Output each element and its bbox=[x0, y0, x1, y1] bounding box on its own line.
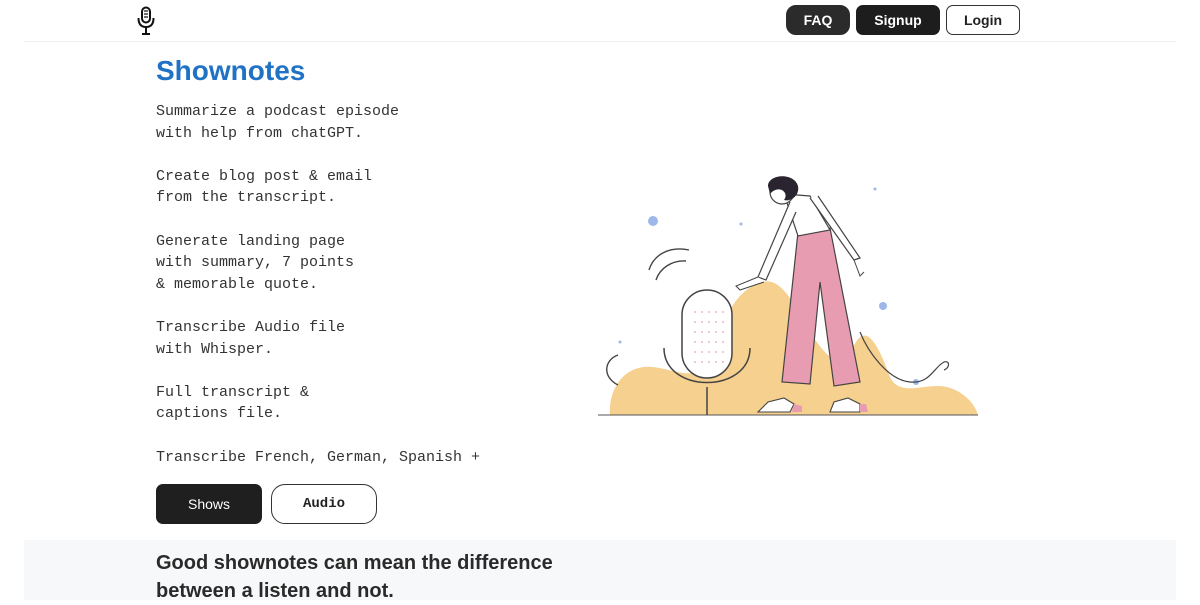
feature-summarize: Summarize a podcast episode with help fr… bbox=[156, 103, 400, 142]
microphone-icon[interactable] bbox=[136, 6, 156, 36]
feature-list: Summarize a podcast episode with help fr… bbox=[156, 101, 480, 490]
section-headline: Good shownotes can mean the difference b… bbox=[156, 552, 553, 602]
audio-button[interactable]: Audio bbox=[271, 484, 377, 524]
feature-transcribe-whisper: Transcribe Audio file with Whisper. bbox=[156, 318, 346, 358]
feature-landing-page: Generate landing page with summary, 7 po… bbox=[156, 232, 355, 293]
feature-languages: Transcribe French, German, Spanish + bbox=[156, 448, 481, 466]
feature-blog-email: Create blog post & email from the transc… bbox=[156, 167, 373, 207]
feature-full-transcript: Full transcript & captions file. bbox=[156, 383, 310, 423]
podcast-illustration bbox=[598, 176, 978, 416]
shows-button[interactable]: Shows bbox=[156, 484, 262, 524]
signup-button[interactable]: Signup bbox=[856, 5, 940, 35]
login-button[interactable]: Login bbox=[946, 5, 1020, 35]
faq-button[interactable]: FAQ bbox=[786, 5, 850, 35]
page-title: Shownotes bbox=[156, 55, 306, 86]
